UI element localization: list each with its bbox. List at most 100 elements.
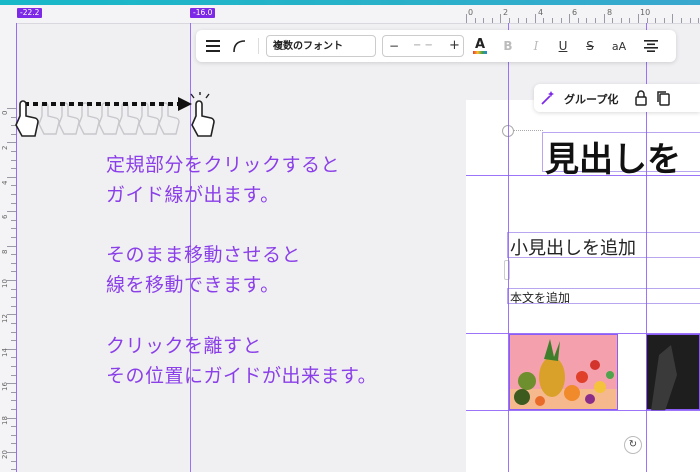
- horizontal-guide-line[interactable]: [466, 333, 700, 334]
- ruler-tick: [629, 18, 630, 23]
- ruler-tick: [638, 14, 639, 23]
- ruler-label: 10: [1, 279, 9, 288]
- ruler-tick: [604, 14, 605, 23]
- ruler-label: 6: [572, 8, 578, 17]
- guide-position-tag: -22.2: [17, 8, 43, 18]
- bold-button[interactable]: B: [498, 30, 518, 62]
- font-size-stepper[interactable]: − − − +: [382, 35, 464, 57]
- size-plus-button[interactable]: +: [449, 38, 460, 53]
- strikethrough-button[interactable]: S: [580, 30, 600, 62]
- text-color-button[interactable]: A: [470, 30, 490, 62]
- ruler-tick: [612, 18, 613, 23]
- letter-case-button[interactable]: aA: [607, 30, 631, 62]
- toolbar-divider: [258, 38, 259, 54]
- underline-button[interactable]: U: [553, 30, 573, 62]
- selection-dashed-line: [513, 130, 543, 131]
- align-center-icon[interactable]: [640, 30, 662, 62]
- size-value[interactable]: − −: [413, 40, 433, 51]
- ruler-label: 12: [1, 314, 9, 323]
- ruler-label: 0: [1, 110, 9, 115]
- subheading-text: 小見出しを追加: [510, 238, 636, 259]
- ruler-tick: [475, 18, 476, 23]
- font-family-select[interactable]: 複数のフォント: [266, 35, 376, 57]
- instruction-line: そのまま移動させると: [106, 244, 302, 266]
- ruler-label: 2: [1, 145, 9, 150]
- instruction-line: 定規部分をクリックすると: [106, 154, 341, 176]
- page-guide-line[interactable]: [508, 23, 509, 472]
- ruler-tick: [690, 18, 691, 23]
- text-color-letter: A: [474, 37, 486, 52]
- ruler-tick: [552, 18, 553, 23]
- dark-photo: [651, 345, 677, 411]
- ruler-label: 4: [538, 8, 544, 17]
- ruler-label: 10: [640, 8, 651, 17]
- ruler-tick: [595, 18, 596, 23]
- ruler-tick: [492, 18, 493, 23]
- group-button[interactable]: グループ化: [564, 91, 618, 107]
- group-toolbar: グループ化: [534, 84, 700, 112]
- ruler-label: 2: [503, 8, 509, 17]
- start-hand-icon: [15, 100, 39, 137]
- ruler-label: 18: [1, 416, 9, 425]
- vertical-ruler[interactable]: 0 2 4 6 8 10 12 14 16 18 20: [0, 23, 17, 472]
- ruler-tick: [647, 18, 648, 23]
- ruler-tick: [535, 14, 536, 23]
- ruler-tick: [569, 14, 570, 23]
- ruler-tick: [664, 18, 665, 23]
- end-hand-icon: [190, 92, 215, 137]
- rotate-icon[interactable]: ↻: [624, 436, 642, 454]
- ruler-tick: [655, 18, 656, 23]
- ruler-label: 6: [1, 214, 9, 219]
- ruler-tick: [578, 18, 579, 23]
- ruler-tick: [466, 14, 467, 23]
- body-textbox[interactable]: 本文を追加: [507, 288, 700, 305]
- copy-icon[interactable]: [656, 90, 670, 110]
- drag-arrowhead-icon: [178, 97, 192, 111]
- ruler-tick: [621, 18, 622, 23]
- italic-button[interactable]: I: [526, 30, 546, 62]
- magic-wand-icon[interactable]: [540, 90, 556, 110]
- ruler-label: 4: [1, 180, 9, 185]
- instruction-line: ガイド線が出ます。: [106, 184, 280, 206]
- dark-image[interactable]: [646, 334, 700, 411]
- ruler-label: 14: [1, 348, 9, 357]
- ruler-tick: [7, 211, 16, 212]
- ruler-tick: [500, 14, 501, 23]
- heading-text: 見出しを: [545, 140, 681, 180]
- horizontal-guide-line[interactable]: [466, 175, 700, 176]
- design-page[interactable]: 見出しを 小見出しを追加 本文を追加 ↻: [466, 100, 700, 472]
- ruler-tick: [526, 18, 527, 23]
- instruction-line: 線を移動できます。: [106, 274, 280, 296]
- ruler-tick: [681, 18, 682, 23]
- ruler-tick: [698, 18, 699, 23]
- menu-icon[interactable]: [202, 30, 224, 62]
- ruler-label: 8: [607, 8, 613, 17]
- body-text: 本文を追加: [510, 291, 571, 305]
- color-swatch-icon: [473, 51, 487, 54]
- guide-line-original[interactable]: [16, 23, 17, 472]
- ruler-tick: [672, 14, 673, 23]
- fruit-illustration: [510, 335, 617, 409]
- ruler-label: 20: [1, 450, 9, 459]
- ruler-tick: [483, 18, 484, 23]
- ruler-label: 0: [468, 8, 474, 17]
- instruction-line: その位置にガイドが出来ます。: [106, 365, 378, 387]
- guide-position-tag: -16.0: [190, 8, 216, 18]
- heading-textbox[interactable]: 見出しを: [542, 132, 700, 180]
- size-minus-button[interactable]: −: [389, 39, 399, 53]
- text-toolbar: 複数のフォント − − − + A B I U S aA: [196, 30, 676, 62]
- corner-radius-icon[interactable]: [228, 30, 250, 62]
- side-handle[interactable]: [504, 260, 510, 280]
- ruler-tick: [7, 246, 16, 247]
- ruler-tick: [586, 18, 587, 23]
- lock-icon[interactable]: [634, 90, 648, 110]
- horizontal-guide-line[interactable]: [466, 410, 700, 411]
- ruler-label: 8: [1, 249, 9, 254]
- instruction-line: クリックを離すと: [106, 335, 263, 357]
- ruler-tick: [7, 177, 16, 178]
- ruler-tick: [561, 18, 562, 23]
- subheading-textbox[interactable]: 小見出しを追加: [507, 232, 700, 259]
- fruit-image[interactable]: [509, 334, 618, 410]
- ghost-hands-icon: [38, 102, 180, 135]
- horizontal-ruler[interactable]: 0 2 4 6 8 10: [0, 5, 700, 24]
